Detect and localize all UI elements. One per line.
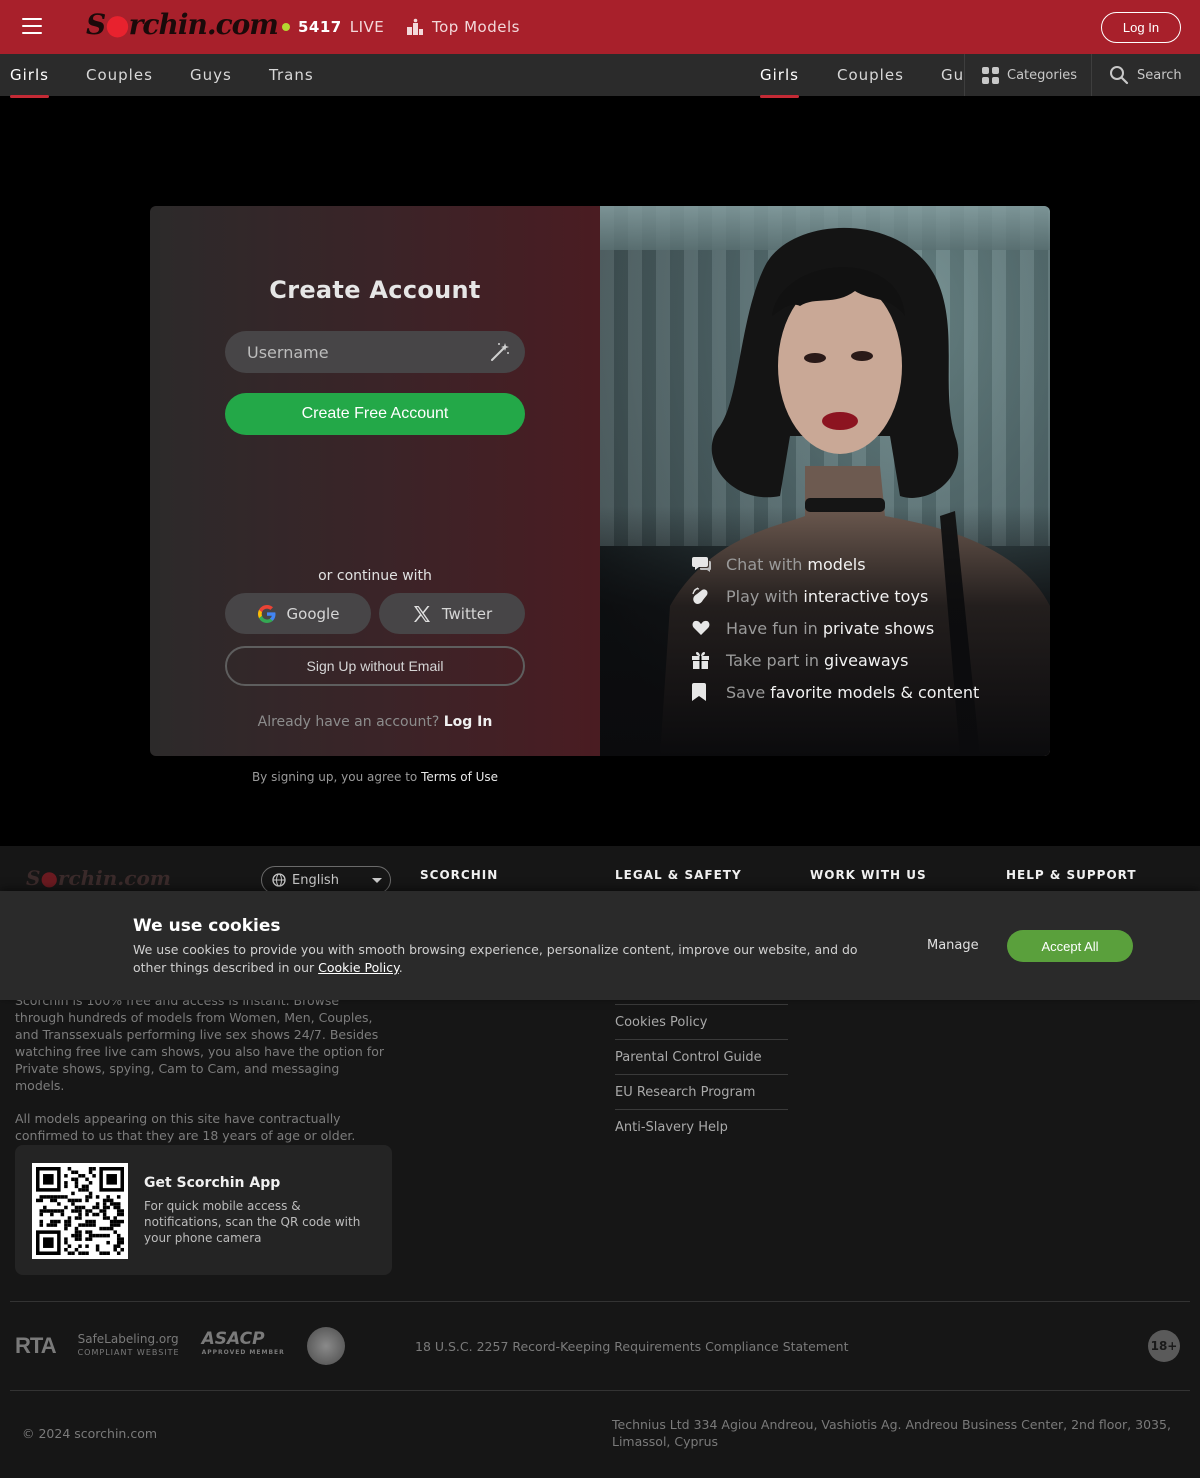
cookie-title: We use cookies xyxy=(133,916,281,936)
chat-icon xyxy=(692,556,711,572)
site-logo[interactable]: S●rchin.com xyxy=(86,8,279,41)
tab-girls-right[interactable]: Girls xyxy=(760,66,799,98)
terms-link[interactable]: Terms of Use xyxy=(421,770,498,784)
features-list: Chat with models Play with interactive toy… xyxy=(692,548,979,708)
app-description: For quick mobile access & notifications,… xyxy=(144,1199,361,1245)
feature-private-shows: Have fun in private shows xyxy=(692,612,979,644)
app-download-card[interactable]: Get Scorchin App For quick mobile access… xyxy=(15,1145,392,1275)
footer-divider xyxy=(10,1301,1190,1302)
category-bar: Girls Couples Guys Trans Girls Couples G… xyxy=(0,54,1200,98)
google-signup-button[interactable]: Google xyxy=(225,593,371,634)
company-address: Technius Ltd 334 Agiou Andreou, Vashioti… xyxy=(612,1417,1171,1449)
live-dot-icon xyxy=(282,23,290,31)
anti-slavery-link[interactable]: Anti-Slavery Help xyxy=(615,1109,788,1144)
footer-heading-legal: LEGAL & SAFETY xyxy=(615,868,742,882)
seal-badge-icon[interactable] xyxy=(306,1327,345,1365)
create-account-button[interactable]: Create Free Account xyxy=(225,393,525,435)
copyright: © 2024 scorchin.com xyxy=(22,1426,158,1441)
app-title: Get Scorchin App xyxy=(144,1175,281,1191)
search-icon xyxy=(1110,66,1129,85)
manage-cookies-button[interactable]: Manage xyxy=(927,938,979,953)
cookie-text: We use cookies to provide you with smoot… xyxy=(133,942,858,975)
footer-divider xyxy=(10,1390,1190,1391)
categories-button[interactable]: Categories xyxy=(982,54,1077,96)
tab-guys[interactable]: Guys xyxy=(190,66,232,84)
chevron-down-icon xyxy=(372,878,382,883)
x-logo-icon xyxy=(413,605,430,622)
or-continue-label: or continue with xyxy=(318,568,432,584)
live-count[interactable]: 5417 LIVE xyxy=(282,18,384,36)
already-account: Already have an account? Log In xyxy=(257,714,493,730)
safelabeling-badge[interactable]: SafeLabeling.org COMPLIANT WEBSITE xyxy=(78,1333,180,1359)
divider xyxy=(964,54,965,96)
compliance-badges: RTA SafeLabeling.org COMPLIANT WEBSITE A… xyxy=(15,1324,345,1368)
username-input[interactable] xyxy=(247,342,477,362)
qr-code-graphic xyxy=(36,1167,124,1255)
login-link[interactable]: Log In xyxy=(444,714,493,730)
rta-badge[interactable]: RTA xyxy=(15,1333,57,1359)
podium-icon xyxy=(407,18,423,35)
tab-couples-right[interactable]: Couples xyxy=(837,66,904,84)
signup-form-panel: Create Account Create Free Account or co… xyxy=(150,206,600,756)
tab-trans[interactable]: Trans xyxy=(269,66,314,84)
twitter-signup-button[interactable]: Twitter xyxy=(379,593,525,634)
age-18-badge: 18+ xyxy=(1148,1330,1180,1362)
toy-icon xyxy=(692,586,708,604)
cookie-banner: We use cookies We use cookies to provide… xyxy=(0,891,1200,1000)
footer-heading-help: HELP & SUPPORT xyxy=(1006,868,1137,882)
feature-giveaways: Take part in giveaways xyxy=(692,644,979,676)
google-icon xyxy=(257,604,276,623)
about-text: Scorchin is 100% free and access is inst… xyxy=(15,993,384,1143)
search-button[interactable]: Search xyxy=(1109,54,1182,96)
feature-toys: Play with interactive toys xyxy=(692,580,979,612)
accept-all-button[interactable]: Accept All xyxy=(1007,930,1133,962)
menu-icon[interactable] xyxy=(22,18,42,36)
asacp-badge[interactable]: ASACP APPROVED MEMBER xyxy=(202,1331,285,1360)
legal-links: Cookies Policy Parental Control Guide EU… xyxy=(615,1004,788,1144)
cookie-policy-link[interactable]: Cookie Policy xyxy=(318,960,399,975)
globe-icon xyxy=(272,873,286,887)
signup-without-email-button[interactable]: Sign Up without Email xyxy=(225,646,525,686)
tab-couples[interactable]: Couples xyxy=(86,66,153,84)
tab-guys-right[interactable]: Gu xyxy=(941,66,963,84)
form-title: Create Account xyxy=(269,276,481,304)
footer-heading-work: WORK WITH US xyxy=(810,868,927,882)
footer-heading-scorchin: SCORCHIN xyxy=(420,868,499,882)
login-button[interactable]: Log In xyxy=(1101,12,1181,43)
bookmark-icon xyxy=(692,683,706,701)
tab-girls[interactable]: Girls xyxy=(10,66,49,98)
username-field-wrap xyxy=(225,331,525,373)
eu-research-link[interactable]: EU Research Program xyxy=(615,1074,788,1109)
parental-control-link[interactable]: Parental Control Guide xyxy=(615,1039,788,1074)
top-models-link[interactable]: Top Models xyxy=(406,18,520,36)
language-select[interactable]: English xyxy=(261,866,391,894)
gift-icon xyxy=(692,652,709,669)
heart-icon xyxy=(692,620,710,635)
feature-chat: Chat with models xyxy=(692,548,979,580)
magic-wand-icon[interactable] xyxy=(489,341,511,363)
terms-notice: By signing up, you agree to Terms of Use xyxy=(251,770,499,784)
divider xyxy=(1091,54,1092,96)
feature-save: Save favorite models & content xyxy=(692,676,979,708)
qr-code xyxy=(32,1163,128,1259)
footer-logo[interactable]: S●rchin.com xyxy=(26,866,171,890)
grid-icon xyxy=(982,66,999,84)
cookies-policy-link[interactable]: Cookies Policy xyxy=(615,1004,788,1039)
top-bar: S●rchin.com 5417 LIVE Top Models Log In xyxy=(0,0,1200,54)
compliance-link[interactable]: 18 U.S.C. 2257 Record-Keeping Requiremen… xyxy=(415,1339,848,1354)
